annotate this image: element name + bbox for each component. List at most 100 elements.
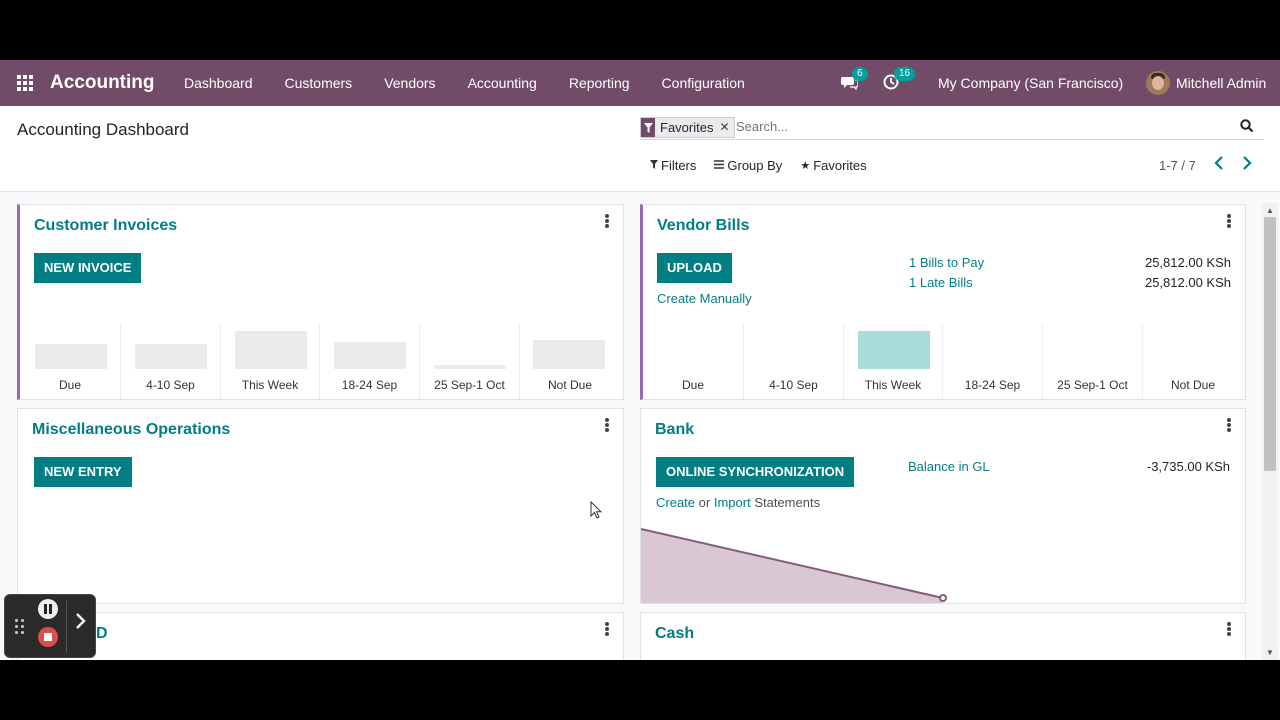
graph-column: Due: [643, 324, 744, 399]
journal-card-vendor-bills: Vendor Bills UPLOAD Create Manually 1 Bi…: [640, 204, 1246, 400]
scroll-up-arrow-icon[interactable]: ▲: [1266, 206, 1274, 215]
top-navbar: Accounting Dashboard Customers Vendors A…: [0, 60, 1280, 106]
activities-clock-icon[interactable]: 16: [883, 67, 916, 92]
stop-icon[interactable]: [38, 627, 58, 647]
groupby-button[interactable]: Group By: [714, 158, 782, 173]
graph-column: Not Due: [1143, 324, 1243, 399]
list-icon: [714, 159, 725, 172]
create-statement-link[interactable]: Create: [656, 495, 695, 510]
graph-bar: [35, 344, 107, 369]
bank-balance-line-graph[interactable]: [641, 523, 1245, 603]
groupby-label: Group By: [727, 158, 783, 173]
search-options: Filters Group By ★ Favorites: [650, 158, 885, 173]
card-title[interactable]: Bank: [655, 421, 694, 439]
filters-label: Filters: [661, 158, 697, 173]
facet-remove-icon[interactable]: ✕: [717, 118, 734, 137]
graph-column: 18-24 Sep: [320, 324, 420, 399]
import-statements-link[interactable]: Import: [714, 495, 751, 510]
late-bills-link[interactable]: 1 Late Bills: [909, 275, 973, 290]
balance-in-gl-label[interactable]: Balance in GL: [908, 459, 990, 474]
menu-dashboard[interactable]: Dashboard: [168, 75, 269, 91]
new-entry-button[interactable]: NEW ENTRY: [34, 457, 132, 487]
menu-customers[interactable]: Customers: [269, 75, 369, 91]
search-icon[interactable]: [1240, 119, 1256, 135]
messages-icon[interactable]: 6: [841, 67, 868, 92]
search-input[interactable]: [736, 119, 1216, 134]
odoo-app: Accounting Dashboard Customers Vendors A…: [0, 60, 1280, 660]
journal-card-misc-operations: Miscellaneous Operations NEW ENTRY: [17, 408, 624, 604]
graph-column: 25 Sep-1 Oct: [420, 324, 520, 399]
kanban-dashboard: Customer Invoices NEW INVOICE Due 4-10 S…: [0, 193, 1262, 660]
graph-label: This Week: [241, 378, 299, 392]
graph-column: 25 Sep-1 Oct: [1043, 324, 1143, 399]
card-menu-icon[interactable]: [605, 418, 609, 432]
star-icon: ★: [800, 160, 811, 172]
card-menu-icon[interactable]: [605, 214, 609, 228]
search-facet: Favorites ✕: [640, 117, 735, 138]
graph-bar: [858, 331, 930, 369]
bills-graph[interactable]: Due 4-10 Sep This Week 18-24 Sep 25 Sep-…: [643, 324, 1243, 399]
card-title[interactable]: Miscellaneous Operations: [32, 421, 230, 439]
graph-column: Not Due: [520, 324, 620, 399]
statements-actions: Create or Import Statements: [656, 495, 820, 510]
menu-vendors[interactable]: Vendors: [368, 75, 451, 91]
graph-label: 18-24 Sep: [341, 378, 398, 392]
graph-column: 4-10 Sep: [744, 324, 844, 399]
main-menu: Dashboard Customers Vendors Accounting R…: [168, 60, 761, 106]
card-title[interactable]: Customer Invoices: [34, 217, 177, 235]
scrollbar-thumb[interactable]: [1264, 217, 1276, 471]
menu-reporting[interactable]: Reporting: [553, 75, 646, 91]
apps-menu-icon[interactable]: [17, 75, 35, 91]
activities-badge: 16: [894, 67, 916, 81]
menu-accounting[interactable]: Accounting: [452, 75, 553, 91]
card-menu-icon[interactable]: [1227, 214, 1231, 228]
mouse-pointer-icon: [590, 500, 603, 524]
user-avatar[interactable]: [1146, 71, 1170, 95]
drag-handle-icon[interactable]: [15, 619, 25, 635]
graph-label: 25 Sep-1 Oct: [1057, 378, 1128, 392]
card-menu-icon[interactable]: [1227, 622, 1231, 636]
graph-label: Due: [58, 378, 81, 392]
scroll-down-arrow-icon[interactable]: ▼: [1266, 648, 1274, 657]
pager-value[interactable]: 1-7 / 7: [1159, 158, 1196, 173]
graph-bar: [235, 331, 307, 369]
card-menu-icon[interactable]: [605, 622, 609, 636]
card-title[interactable]: Cash: [655, 625, 694, 643]
pager-previous-icon[interactable]: [1214, 156, 1224, 175]
graph-label: 25 Sep-1 Oct: [434, 378, 505, 392]
journal-card-customer-invoices: Customer Invoices NEW INVOICE Due 4-10 S…: [17, 204, 624, 400]
favorites-button[interactable]: ★ Favorites: [800, 158, 866, 173]
graph-label: 18-24 Sep: [964, 378, 1021, 392]
search-bar: Favorites ✕: [640, 116, 1264, 140]
card-title[interactable]: D: [96, 625, 108, 643]
company-switcher[interactable]: My Company (San Francisco): [938, 75, 1123, 91]
upload-button[interactable]: UPLOAD: [657, 253, 732, 283]
app-name[interactable]: Accounting: [50, 72, 155, 94]
bills-to-pay-amount: 25,812.00 KSh: [1144, 255, 1231, 270]
journal-card-bank: Bank ONLINE SYNCHRONIZATION Create or Im…: [640, 408, 1246, 604]
expand-chevron-icon[interactable]: [75, 612, 87, 636]
graph-bar: [135, 344, 207, 369]
filters-button[interactable]: Filters: [650, 158, 696, 173]
graph-column: This Week: [844, 324, 943, 399]
graph-label: Not Due: [547, 378, 593, 392]
new-invoice-button[interactable]: NEW INVOICE: [34, 253, 142, 283]
graph-label: Due: [681, 378, 704, 392]
create-manually-link[interactable]: Create Manually: [657, 291, 752, 306]
pager-next-icon[interactable]: [1242, 156, 1252, 175]
vertical-scrollbar[interactable]: ▲ ▼: [1262, 203, 1278, 660]
card-menu-icon[interactable]: [1227, 418, 1231, 432]
invoice-graph[interactable]: Due 4-10 Sep This Week 18-24 Sep 25 Sep-…: [20, 324, 620, 399]
graph-bar: [334, 342, 406, 369]
online-sync-button[interactable]: ONLINE SYNCHRONIZATION: [656, 457, 855, 487]
graph-column: 18-24 Sep: [943, 324, 1043, 399]
page-title: Accounting Dashboard: [17, 120, 190, 139]
pause-icon[interactable]: [38, 599, 58, 619]
messages-badge: 6: [852, 67, 868, 81]
card-title[interactable]: Vendor Bills: [657, 217, 749, 235]
graph-column: 4-10 Sep: [121, 324, 221, 399]
menu-configuration[interactable]: Configuration: [646, 75, 761, 91]
bills-to-pay-link[interactable]: 1 Bills to Pay: [909, 255, 984, 270]
user-menu[interactable]: Mitchell Admin: [1176, 75, 1266, 91]
control-panel: Accounting Dashboard Favorites ✕ Filters: [0, 106, 1280, 192]
